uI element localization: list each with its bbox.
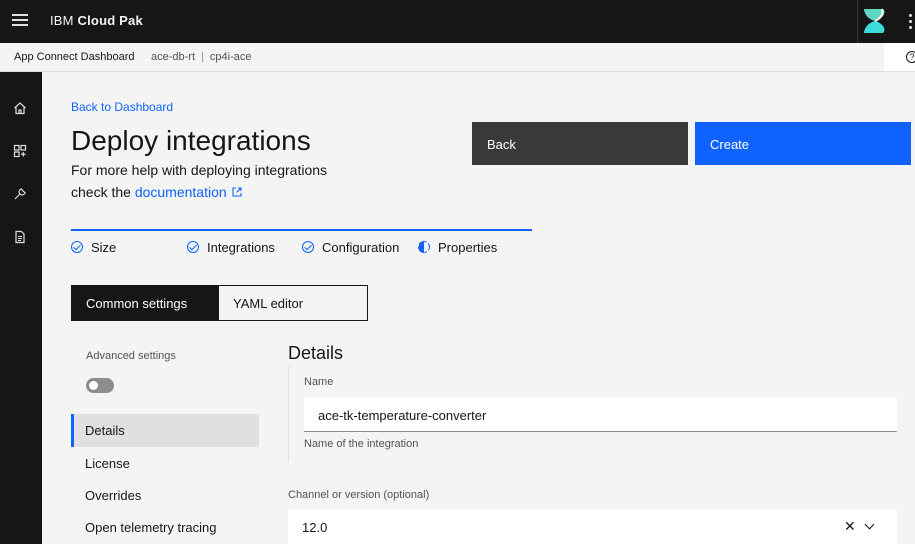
page-title: Deploy integrations <box>71 125 311 156</box>
launch-icon <box>232 187 242 197</box>
side-rail <box>0 72 42 544</box>
integrations-icon[interactable] <box>13 144 27 158</box>
brand-name: Cloud Pak <box>77 13 143 28</box>
help-icon[interactable]: ? <box>906 51 915 63</box>
toggle-knob <box>89 381 98 390</box>
app-name[interactable]: App Connect Dashboard <box>14 51 134 63</box>
back-to-dashboard-link[interactable]: Back to Dashboard <box>71 100 173 114</box>
step-configuration[interactable]: Configuration <box>302 240 399 255</box>
nav-item-license[interactable]: License <box>71 447 259 480</box>
step-properties[interactable]: Properties <box>418 240 497 255</box>
header-divider <box>857 0 858 43</box>
brand-prefix: IBM <box>50 13 74 28</box>
instance-name: ace-db-rt <box>151 51 196 63</box>
step-integrations[interactable]: Integrations <box>187 240 275 255</box>
details-heading: Details <box>288 343 344 363</box>
documentation-link-label[interactable]: documentation <box>135 184 227 200</box>
step-size[interactable]: Size <box>71 240 116 255</box>
current-step-icon <box>418 241 430 253</box>
step-label: Integrations <box>207 240 275 255</box>
clear-icon[interactable]: ✕ <box>844 518 856 535</box>
step-label: Size <box>91 240 117 255</box>
breadcrumb: ace-db-rt | cp4i-ace <box>151 51 251 63</box>
step-label: Properties <box>438 240 498 255</box>
overflow-menu-icon[interactable] <box>909 14 915 30</box>
checkmark-icon <box>302 241 314 253</box>
document-icon[interactable] <box>13 230 27 244</box>
back-button[interactable]: Back <box>472 122 688 165</box>
tools-icon[interactable] <box>13 187 27 201</box>
help-text-prefix: check the <box>71 184 131 200</box>
name-label: Name <box>304 376 334 388</box>
channel-combobox[interactable]: 12.0 ✕ <box>288 510 897 544</box>
nav-item-overrides[interactable]: Overrides <box>71 479 259 512</box>
step-label: Configuration <box>322 240 400 255</box>
home-icon[interactable] <box>13 101 27 115</box>
nav-item-open-telemetry-tracing[interactable]: Open telemetry tracing <box>71 511 259 544</box>
channel-label: Channel or version (optional) <box>288 489 430 501</box>
chevron-down-icon[interactable] <box>864 519 875 530</box>
help-text: For more help with deploying integration… <box>71 159 361 203</box>
create-button[interactable]: Create <box>695 122 911 165</box>
section-divider <box>288 366 289 462</box>
menu-icon[interactable] <box>12 14 28 28</box>
yaml-editor-tab[interactable]: YAML editor <box>219 286 367 320</box>
context-bar: App Connect Dashboard ace-db-rt | cp4i-ace <box>0 43 915 72</box>
cloud-pak-logo[interactable] <box>860 6 890 36</box>
channel-value: 12.0 <box>302 520 328 535</box>
namespace-name: cp4i-ace <box>209 51 252 63</box>
advanced-settings-label: Advanced settings <box>86 350 176 362</box>
name-helper-text: Name of the integration <box>304 438 419 450</box>
documentation-link[interactable]: documentation <box>135 184 243 200</box>
checkmark-icon <box>187 241 199 253</box>
name-input[interactable]: ace-tk-temperature-converter <box>304 398 897 432</box>
common-settings-tab[interactable]: Common settings <box>72 286 219 320</box>
checkmark-icon <box>71 241 83 253</box>
breadcrumb-separator: | <box>201 51 204 63</box>
advanced-settings-toggle[interactable] <box>86 378 114 393</box>
progress-bar <box>71 229 532 231</box>
nav-item-details[interactable]: Details <box>71 414 259 447</box>
product-name: IBM Cloud Pak <box>50 13 143 28</box>
top-header: IBM Cloud Pak <box>0 0 915 43</box>
content-switcher: Common settings YAML editor <box>71 285 368 321</box>
help-text-line: For more help with deploying integration… <box>71 162 328 178</box>
